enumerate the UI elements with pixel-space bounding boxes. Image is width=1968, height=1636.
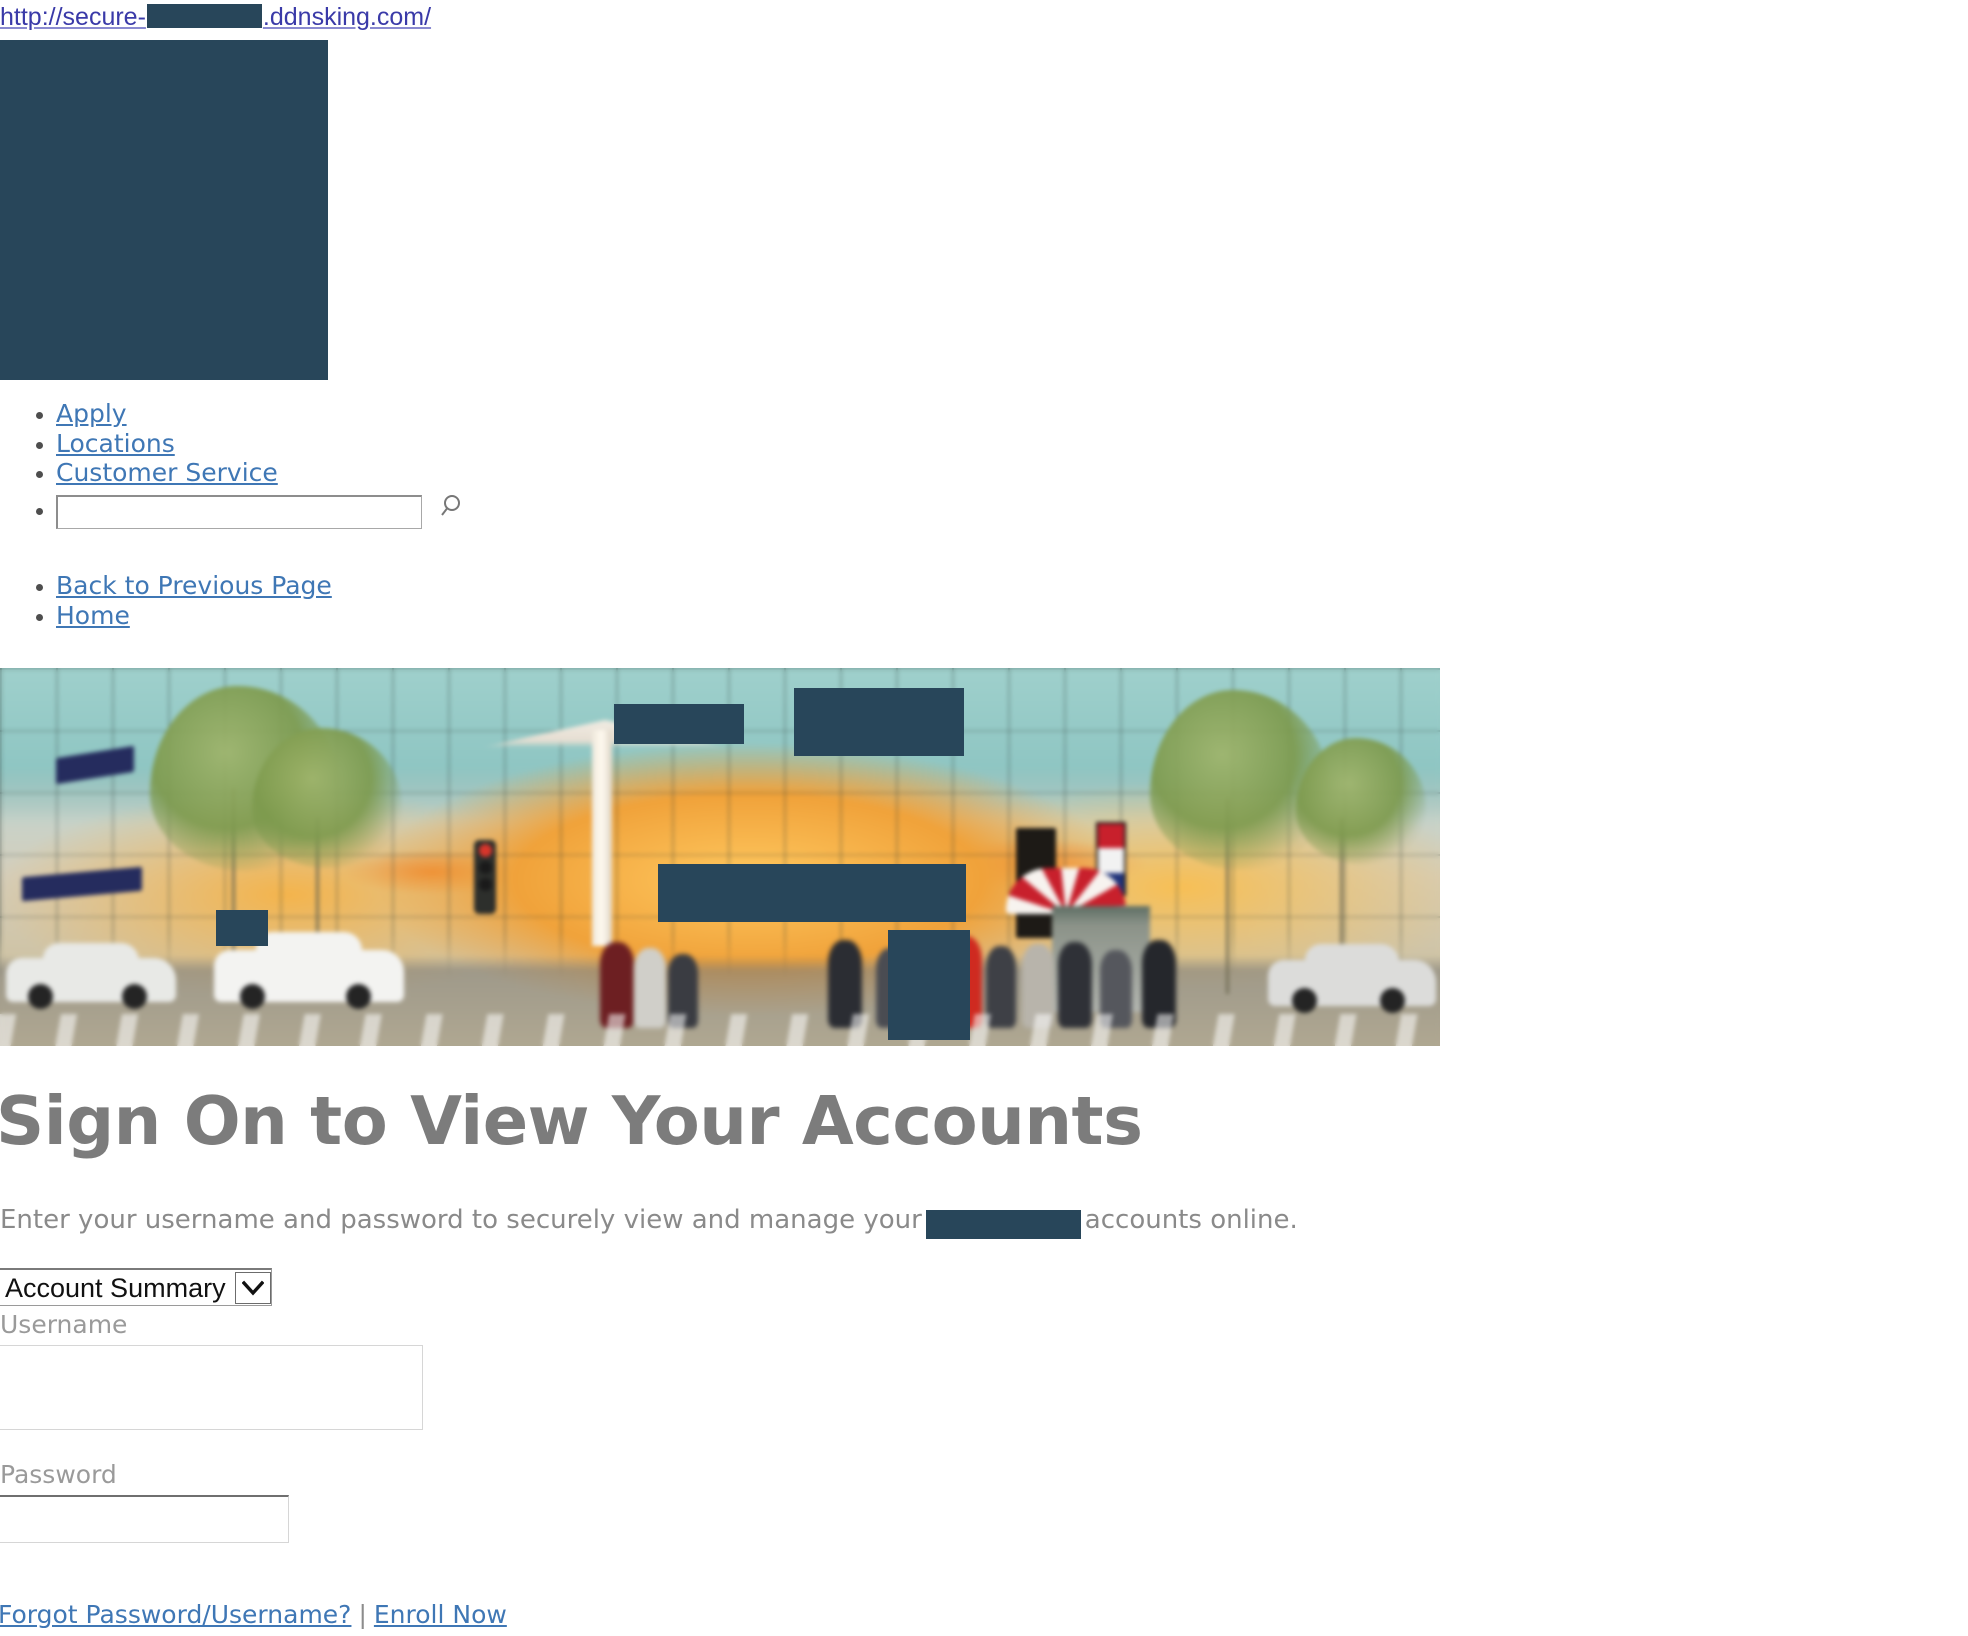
- password-label: Password: [0, 1460, 117, 1489]
- breadcrumb-item-home: Home: [56, 601, 1256, 632]
- signon-description: Enter your username and password to secu…: [0, 1203, 1298, 1239]
- hero-car-wheel: [1380, 988, 1405, 1013]
- hero-car-wheel: [240, 984, 265, 1009]
- url-suffix: .ddnsking.com/: [262, 3, 432, 31]
- breadcrumb-link-back-to-previous-page[interactable]: Back to Previous Page: [56, 571, 332, 600]
- hero-corner-pillar: [592, 730, 612, 946]
- footer-separator: |: [358, 1600, 367, 1629]
- hero-car-roof: [1304, 944, 1400, 966]
- forgot-password-username-link[interactable]: Forgot Password/Username?: [0, 1600, 351, 1629]
- signon-description-redaction: [925, 1210, 1081, 1239]
- url-prefix: http://secure-: [0, 3, 146, 31]
- hero-redaction-box: [216, 910, 268, 946]
- hero-car-wheel: [346, 984, 371, 1009]
- hero-car-wheel: [122, 984, 147, 1009]
- nav-item-apply: Apply: [56, 399, 1256, 430]
- site-logo-redaction[interactable]: [0, 40, 328, 380]
- signon-description-before: Enter your username and password to secu…: [0, 1205, 922, 1235]
- signon-description-after: accounts online.: [1084, 1205, 1298, 1235]
- search-wrapper: [56, 489, 460, 533]
- nav-item-search: [56, 489, 1256, 534]
- hero-crosswalk: [0, 1014, 1440, 1046]
- hero-car-right: [1268, 944, 1436, 1013]
- username-label: Username: [0, 1310, 128, 1339]
- hero-redaction-box: [794, 688, 964, 756]
- hero-traffic-light-amber: [478, 861, 492, 874]
- hero-banner: [0, 668, 1440, 1046]
- enroll-now-link[interactable]: Enroll Now: [374, 1600, 507, 1629]
- hero-car-wheel: [1292, 988, 1317, 1013]
- breadcrumb: Back to Previous Page Home: [0, 571, 1256, 632]
- hero-redaction-box: [888, 930, 970, 1040]
- hero-redaction-box: [614, 704, 744, 744]
- hero-car-left: [6, 943, 176, 1009]
- nav-link-customer-service[interactable]: Customer Service: [56, 458, 278, 487]
- search-icon[interactable]: [436, 491, 466, 521]
- hero-traffic-light-red: [478, 844, 492, 857]
- nav-link-apply[interactable]: Apply: [56, 399, 127, 428]
- breadcrumb-item-back: Back to Previous Page: [56, 571, 1256, 602]
- nav-item-customer-service: Customer Service: [56, 458, 1256, 489]
- hero-traffic-light: [474, 840, 496, 914]
- hero-car-suv: [214, 932, 404, 1009]
- hero-traffic-light-green: [478, 878, 492, 891]
- hero-car-roof: [255, 932, 363, 957]
- breadcrumb-link-home[interactable]: Home: [56, 601, 130, 630]
- hero-car-roof: [43, 943, 139, 964]
- hero-car-wheel: [28, 984, 53, 1009]
- nav-item-locations: Locations: [56, 429, 1256, 460]
- page-title: Sign On to View Your Accounts: [0, 1082, 1143, 1160]
- signon-footer-links: Forgot Password/Username? | Enroll Now: [0, 1600, 507, 1630]
- search-input[interactable]: [56, 495, 422, 529]
- password-input[interactable]: [0, 1495, 289, 1543]
- utility-nav: Apply Locations Customer Service: [0, 399, 1256, 534]
- address-bar[interactable]: http://secure- .ddnsking.com/: [0, 0, 431, 34]
- nav-link-locations[interactable]: Locations: [56, 429, 175, 458]
- url-host-redaction: [146, 4, 262, 29]
- username-input[interactable]: [0, 1345, 423, 1430]
- hero-redaction-box: [658, 864, 966, 922]
- account-type-select[interactable]: Account Summary: [0, 1268, 272, 1306]
